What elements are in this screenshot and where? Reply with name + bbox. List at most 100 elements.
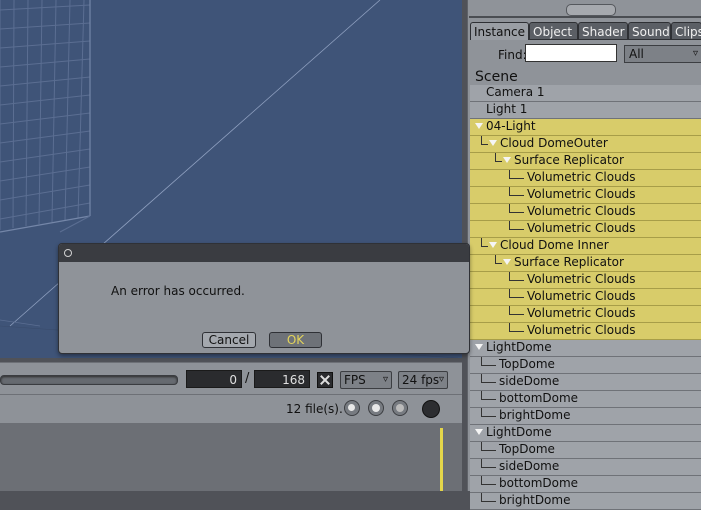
tree-row[interactable]: Light 1 <box>470 102 701 119</box>
tree-connector <box>481 136 488 145</box>
end-frame-field[interactable]: 168 <box>254 370 310 388</box>
tree-row-label: Volumetric Clouds <box>527 272 636 286</box>
tree-row[interactable]: sideDome <box>470 374 701 391</box>
tree-row[interactable]: bottomDome <box>470 391 701 408</box>
tab-instance[interactable]: Instance <box>470 22 529 40</box>
tree-row-label: bottomDome <box>499 391 579 405</box>
dot-icon <box>372 404 380 412</box>
tree-row[interactable]: sideDome <box>470 459 701 476</box>
expand-triangle-icon[interactable] <box>503 157 511 163</box>
tree-row[interactable]: Volumetric Clouds <box>470 170 701 187</box>
grid-line <box>38 0 43 225</box>
tree-connector <box>481 476 496 485</box>
tree-row-label: bottomDome <box>499 476 579 490</box>
tree-row[interactable]: Volumetric Clouds <box>470 221 701 238</box>
view-medium-button[interactable] <box>368 400 384 416</box>
tree-connector <box>495 153 502 162</box>
find-filter-select[interactable]: All ▿ <box>624 45 701 63</box>
expand-triangle-icon[interactable] <box>489 242 497 248</box>
tree-row-label: 04-Light <box>486 119 536 133</box>
tree-row[interactable]: TopDome <box>470 442 701 459</box>
tab-shader[interactable]: Shader <box>578 22 628 40</box>
tree-connector <box>481 493 496 502</box>
library-toolbar: 12 file(s). <box>0 394 462 424</box>
panel-grip[interactable] <box>566 4 616 16</box>
tree-row[interactable]: LightDome <box>470 340 701 357</box>
library-content <box>0 423 462 491</box>
time-slider[interactable] <box>0 375 178 385</box>
fps-mode-select[interactable]: FPS ▿ <box>340 371 392 389</box>
expand-triangle-icon[interactable] <box>489 140 497 146</box>
tree-connector <box>509 272 524 281</box>
tree-row[interactable]: Surface Replicator <box>470 153 701 170</box>
tree-row-label: sideDome <box>499 459 560 473</box>
chevron-down-icon: ▿ <box>438 374 444 385</box>
fps-rate-select[interactable]: 24 fps ▿ <box>398 371 448 389</box>
expand-triangle-icon[interactable] <box>475 123 483 129</box>
tree-row[interactable]: Volumetric Clouds <box>470 204 701 221</box>
panel-divider <box>469 16 701 18</box>
tree-row-label: Volumetric Clouds <box>527 306 636 320</box>
tree-connector <box>481 391 496 400</box>
tree-row-label: Surface Replicator <box>514 153 624 167</box>
grid-line <box>12 0 15 229</box>
tree-connector <box>509 221 524 230</box>
tree-row[interactable]: TopDome <box>470 357 701 374</box>
panel-tabs: Instance Object Shader Sound Clips <box>470 22 701 40</box>
close-icon[interactable] <box>64 249 72 257</box>
find-input[interactable] <box>525 44 617 62</box>
grid-line <box>51 0 57 223</box>
tree-row[interactable]: bottomDome <box>470 476 701 493</box>
expand-triangle-icon[interactable] <box>503 259 511 265</box>
tree-connector <box>509 187 524 196</box>
tree-row-label: Cloud Dome Inner <box>500 238 609 252</box>
tab-clips[interactable]: Clips <box>671 22 701 40</box>
find-label: Find: <box>498 48 527 62</box>
chevron-down-icon: ▿ <box>382 374 388 385</box>
tree-row[interactable]: LightDome <box>470 425 701 442</box>
tree-row-label: brightDome <box>499 493 571 507</box>
tree-row[interactable]: brightDome <box>470 493 701 510</box>
cancel-button[interactable]: Cancel <box>202 332 256 348</box>
view-grid-button[interactable] <box>392 400 408 416</box>
tree-row[interactable]: Volumetric Clouds <box>470 306 701 323</box>
tree-connector <box>509 306 524 315</box>
tree-row-label: Volumetric Clouds <box>527 323 636 337</box>
tree-connector <box>495 255 502 264</box>
tree-row[interactable]: brightDome <box>470 408 701 425</box>
fps-mode-value: FPS <box>344 373 366 387</box>
tree-row[interactable]: Camera 1 <box>470 85 701 102</box>
loop-toggle-icon[interactable] <box>317 372 333 388</box>
grid-line <box>77 0 85 219</box>
scene-panel: Instance Object Shader Sound Clips Find:… <box>467 0 701 510</box>
tree-row[interactable]: Cloud DomeOuter <box>470 136 701 153</box>
timeline-bar: 0 / 168 FPS ▿ 24 fps ▿ <box>0 362 462 395</box>
tree-connector <box>481 357 496 366</box>
scene-tree: Camera 1 Light 1 04-Light Cloud DomeOuter Su… <box>470 85 701 510</box>
tree-row[interactable]: Cloud Dome Inner <box>470 238 701 255</box>
tree-row[interactable]: Surface Replicator <box>470 255 701 272</box>
tree-row[interactable]: Volumetric Clouds <box>470 289 701 306</box>
chevron-down-icon: ▿ <box>692 48 698 59</box>
tree-row[interactable]: Volumetric Clouds <box>470 272 701 289</box>
tab-object[interactable]: Object <box>529 22 578 40</box>
ok-button[interactable]: OK <box>269 332 322 348</box>
tree-row[interactable]: Volumetric Clouds <box>470 187 701 204</box>
tree-row-label: Volumetric Clouds <box>527 170 636 184</box>
expand-triangle-icon[interactable] <box>475 344 483 350</box>
tree-row[interactable]: 04-Light <box>470 119 701 136</box>
tab-sound[interactable]: Sound <box>628 22 671 40</box>
scroll-indicator <box>440 428 443 491</box>
view-small-button[interactable] <box>344 400 360 416</box>
expand-triangle-icon[interactable] <box>475 429 483 435</box>
tree-row[interactable]: Volumetric Clouds <box>470 323 701 340</box>
dialog-message: An error has occurred. <box>111 284 245 298</box>
tree-row-label: Cloud DomeOuter <box>500 136 608 150</box>
find-filter-value: All <box>629 47 644 61</box>
tree-row-label: Camera 1 <box>486 85 545 99</box>
grid-line <box>25 0 29 227</box>
page-icon[interactable] <box>422 400 440 418</box>
current-frame-field[interactable]: 0 <box>186 370 242 388</box>
tree-connector <box>481 374 496 383</box>
tree-row-label: Volumetric Clouds <box>527 289 636 303</box>
